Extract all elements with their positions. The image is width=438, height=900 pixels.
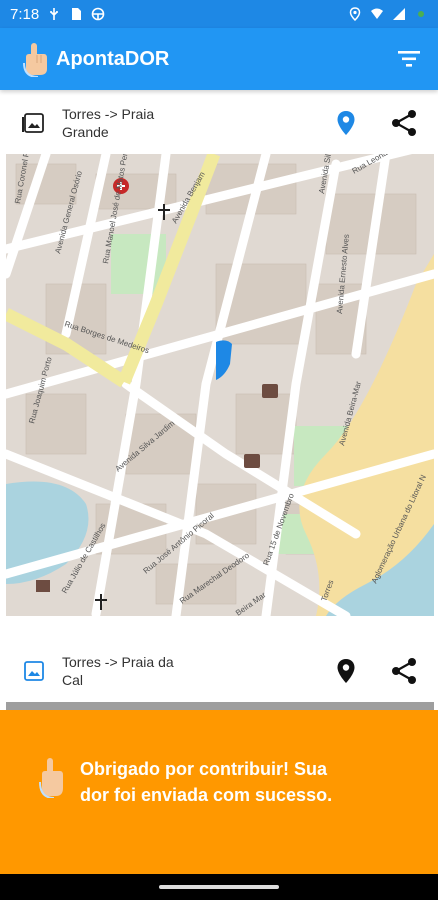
image-icon[interactable] (22, 659, 46, 683)
location-pin-icon[interactable] (336, 658, 356, 684)
card-title: Torres -> Praia da Cal (62, 654, 174, 688)
hand-pointing-icon (39, 758, 63, 798)
map-view[interactable]: Rua Coronel Pa Avenida General Osório Ru… (6, 154, 434, 616)
signal-icon (393, 8, 405, 20)
share-icon[interactable] (390, 657, 418, 685)
card-title: Torres -> Praia Grande (62, 106, 155, 140)
battery-icon (418, 11, 424, 17)
app-title: ApontaDOR (56, 47, 170, 70)
usb-icon (50, 8, 59, 20)
card-header[interactable]: Torres -> Praia Grande (0, 92, 438, 154)
status-bar: 7:18 (0, 0, 438, 28)
image-icon[interactable] (22, 111, 46, 135)
location-icon (349, 7, 361, 21)
location-pin-icon[interactable] (336, 110, 356, 136)
street-map[interactable]: Rua Coronel Pa Avenida General Osório Ru… (6, 154, 434, 616)
filter-button[interactable] (394, 44, 424, 74)
wifi-icon (371, 8, 383, 19)
steering-icon (91, 7, 105, 21)
share-icon[interactable] (390, 109, 418, 137)
status-time: 7:18 (10, 5, 40, 23)
app-bar: ApontaDOR (0, 28, 438, 90)
hand-pointing-icon (23, 43, 47, 77)
navigation-bar (0, 874, 438, 900)
toast-message: Obrigado por contribuir! Sua dor foi env… (80, 759, 333, 805)
filter-icon (398, 51, 420, 67)
card-header[interactable]: Torres -> Praia da Cal (0, 640, 438, 702)
success-toast: Obrigado por contribuir! Sua dor foi env… (0, 710, 438, 874)
home-gesture-handle[interactable] (159, 885, 279, 889)
sd-card-icon (72, 8, 82, 20)
